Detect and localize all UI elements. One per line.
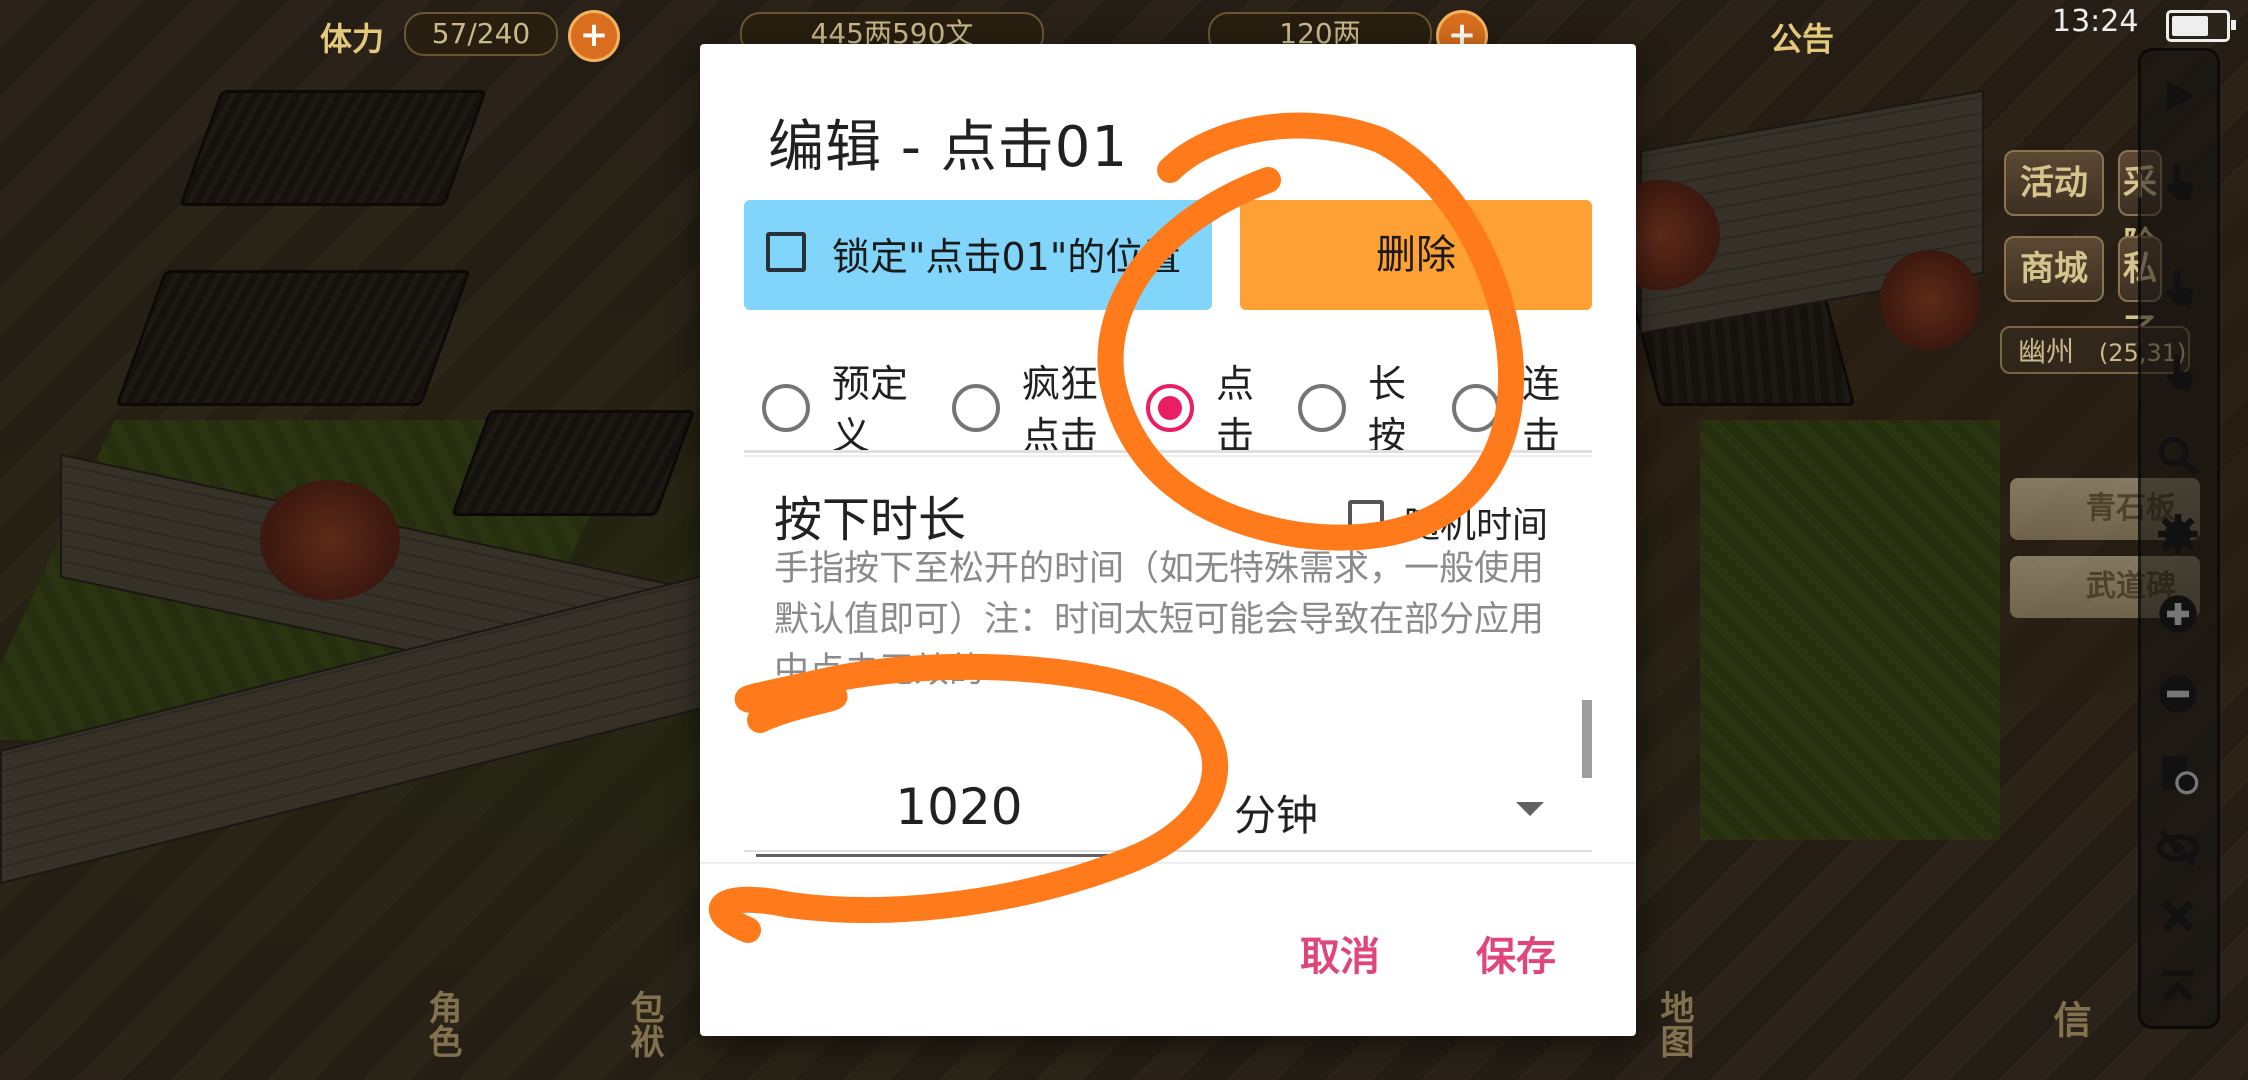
mode-label: 长 按: [1368, 362, 1407, 458]
radio-circle[interactable]: [952, 384, 1000, 432]
config-file-icon[interactable]: [2152, 752, 2204, 804]
lock-position-toggle[interactable]: 锁定"点击01"的位置: [744, 200, 1212, 310]
close-icon[interactable]: [2152, 894, 2204, 946]
press-duration-description: 手指按下至松开的时间（如无特殊需求，一般使用默认值即可）注：时间太短可能会导致在…: [774, 549, 1545, 690]
clock: 13:24: [2052, 4, 2139, 39]
dropdown-caret-icon[interactable]: [1516, 802, 1544, 816]
bottom-bag[interactable]: 包袱: [620, 990, 669, 1058]
duration-input[interactable]: [756, 760, 1162, 857]
radio-circle[interactable]: [1452, 384, 1500, 432]
single-tap-icon[interactable]: [2152, 160, 2204, 212]
mode-label: 预定 义: [832, 362, 909, 458]
activity-button[interactable]: 活动: [2004, 150, 2104, 216]
radio-circle[interactable]: [762, 384, 810, 432]
add-circle-icon[interactable]: [2152, 592, 2204, 644]
multi-tap-icon[interactable]: [2152, 266, 2204, 318]
zoom-search-icon[interactable]: [2152, 434, 2204, 486]
stamina-value: 57/240: [404, 12, 558, 56]
mode-label: 点 击: [1216, 362, 1255, 458]
shop-button[interactable]: 商城: [2004, 236, 2104, 302]
hide-eye-icon[interactable]: [2152, 826, 2204, 878]
cancel-button[interactable]: 取消: [1300, 924, 1380, 982]
bottom-map[interactable]: 地图: [1650, 990, 1699, 1058]
mode-label: 疯狂 点击: [1022, 362, 1099, 458]
play-icon[interactable]: [2152, 74, 2204, 126]
add-stamina-button[interactable]: +: [568, 10, 620, 62]
dialog-title: 编辑 - 点击01: [768, 115, 1129, 180]
battery-icon: [2166, 10, 2236, 42]
divider: [744, 450, 1592, 453]
lock-position-checkbox[interactable]: [766, 232, 806, 272]
divider: [744, 850, 1592, 852]
stamina-label: 体力: [320, 20, 385, 58]
divider: [744, 455, 1592, 457]
divider: [700, 862, 1636, 864]
region-name: 幽州: [2018, 335, 2075, 368]
swipe-icon[interactable]: [2152, 350, 2204, 402]
lock-position-label: 锁定"点击01"的位置: [832, 235, 1182, 279]
collapse-up-icon[interactable]: [2152, 964, 2204, 1016]
press-duration-title: 按下时长: [774, 492, 967, 548]
duration-unit-select[interactable]: 分钟: [1234, 782, 1318, 843]
remove-circle-icon[interactable]: [2152, 672, 2204, 724]
save-button[interactable]: 保存: [1476, 924, 1556, 982]
radio-circle[interactable]: [1146, 384, 1194, 432]
notice-button[interactable]: 公告: [1770, 14, 1834, 60]
mode-label: 连 击: [1522, 362, 1561, 458]
scrollbar[interactable]: [1582, 700, 1592, 778]
edit-click-dialog: 编辑 - 点击01 锁定"点击01"的位置 删除 预定 义 疯狂 点击 点 击 …: [700, 44, 1636, 1036]
random-time-checkbox[interactable]: [1348, 500, 1384, 536]
bottom-mail[interactable]: 信: [2042, 1000, 2097, 1038]
random-time-label: 随机时间: [1404, 505, 1549, 546]
delete-button[interactable]: 删除: [1240, 200, 1592, 310]
bottom-role[interactable]: 角色: [418, 990, 467, 1058]
radio-circle[interactable]: [1298, 384, 1346, 432]
settings-gear-icon[interactable]: [2152, 512, 2204, 564]
